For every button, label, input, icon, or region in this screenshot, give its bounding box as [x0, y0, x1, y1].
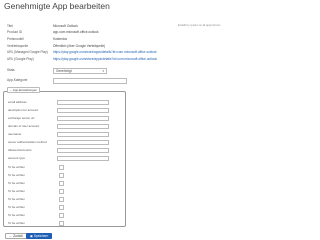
setting-checkbox[interactable]	[59, 213, 64, 218]
exchange-server-url-input[interactable]	[57, 116, 109, 121]
setting-checkbox[interactable]	[59, 181, 64, 186]
detail-value: Öffentlich (über Google Verteilquelle)	[53, 44, 106, 48]
setting-label: To be written	[8, 173, 26, 177]
email-address-input[interactable]	[57, 100, 109, 105]
minus-icon: −	[10, 88, 12, 92]
app-category-input[interactable]	[53, 78, 127, 84]
setting-label: username	[8, 132, 22, 136]
arrow-left-icon: ←	[9, 234, 13, 238]
setting-label: To be written	[8, 189, 26, 193]
save-icon: ▣	[30, 234, 34, 238]
setting-label: account type	[8, 156, 26, 160]
setting-checkbox[interactable]	[59, 205, 64, 210]
save-button[interactable]: ▣ Speichern	[26, 233, 53, 239]
detail-label: Vertriebsquelle	[7, 44, 29, 48]
allowed-accounts-input[interactable]	[57, 148, 109, 153]
username-input[interactable]	[57, 132, 109, 137]
setting-checkbox[interactable]	[59, 173, 64, 178]
setting-label: description for account	[8, 108, 39, 112]
app-settings-toggle[interactable]: −App-Einstellungen	[7, 87, 41, 93]
setting-label: server authentication method	[8, 140, 47, 144]
back-button[interactable]: ← Zurück	[5, 233, 27, 239]
setting-label: To be written	[8, 197, 26, 201]
save-button-label: Speichern	[33, 234, 49, 238]
setting-checkbox[interactable]	[59, 197, 64, 202]
setting-checkbox[interactable]	[59, 221, 64, 226]
detail-label: Product ID	[7, 30, 23, 34]
setting-label: domain of user account	[8, 124, 40, 128]
page-title: Genehmigte App bearbeiten	[4, 1, 110, 11]
account-description-input[interactable]	[57, 108, 109, 113]
server-auth-method-input[interactable]	[57, 140, 109, 145]
setting-checkbox[interactable]	[59, 189, 64, 194]
detail-value: app.com.microsoft.office.outlook	[53, 30, 99, 34]
info-note: Erstellt by system on all apps formen	[178, 24, 221, 27]
setting-label: To be written	[8, 165, 26, 169]
detail-value: Kostenlos	[53, 37, 67, 41]
app-category-label: App-Kategorie	[7, 78, 28, 82]
setting-label: To be written	[8, 213, 26, 217]
chevron-down-icon: ▾	[102, 69, 104, 73]
managed-play-link[interactable]: https://play.google.com/work/apps/detail…	[53, 50, 157, 55]
account-type-input[interactable]	[57, 156, 109, 161]
setting-label: To be written	[8, 181, 26, 185]
app-settings-toggle-label: App-Einstellungen	[12, 88, 38, 92]
back-button-label: Zurück	[13, 234, 23, 238]
setting-label: To be written	[8, 205, 26, 209]
setting-label: exchange server url	[8, 116, 35, 120]
detail-value: Microsoft Outlook	[53, 24, 78, 28]
setting-label: email address	[8, 100, 27, 104]
detail-label: URL (Google Play)	[7, 57, 34, 61]
google-play-link[interactable]: https://play.google.com/store/apps/detai…	[53, 57, 157, 62]
detail-label: URL (Managed Google Play)	[7, 50, 48, 54]
state-label: Stata	[7, 68, 15, 72]
detail-label: Preismodell	[7, 37, 24, 41]
setting-label: Allowed Accounts	[8, 148, 32, 152]
setting-label: To be written	[8, 221, 26, 225]
state-select-value: Genehmigt	[56, 69, 72, 73]
detail-label: Titel	[7, 24, 13, 28]
user-domain-input[interactable]	[57, 124, 109, 129]
setting-checkbox[interactable]	[59, 165, 64, 170]
state-select[interactable]: Genehmigt ▾	[53, 68, 107, 74]
